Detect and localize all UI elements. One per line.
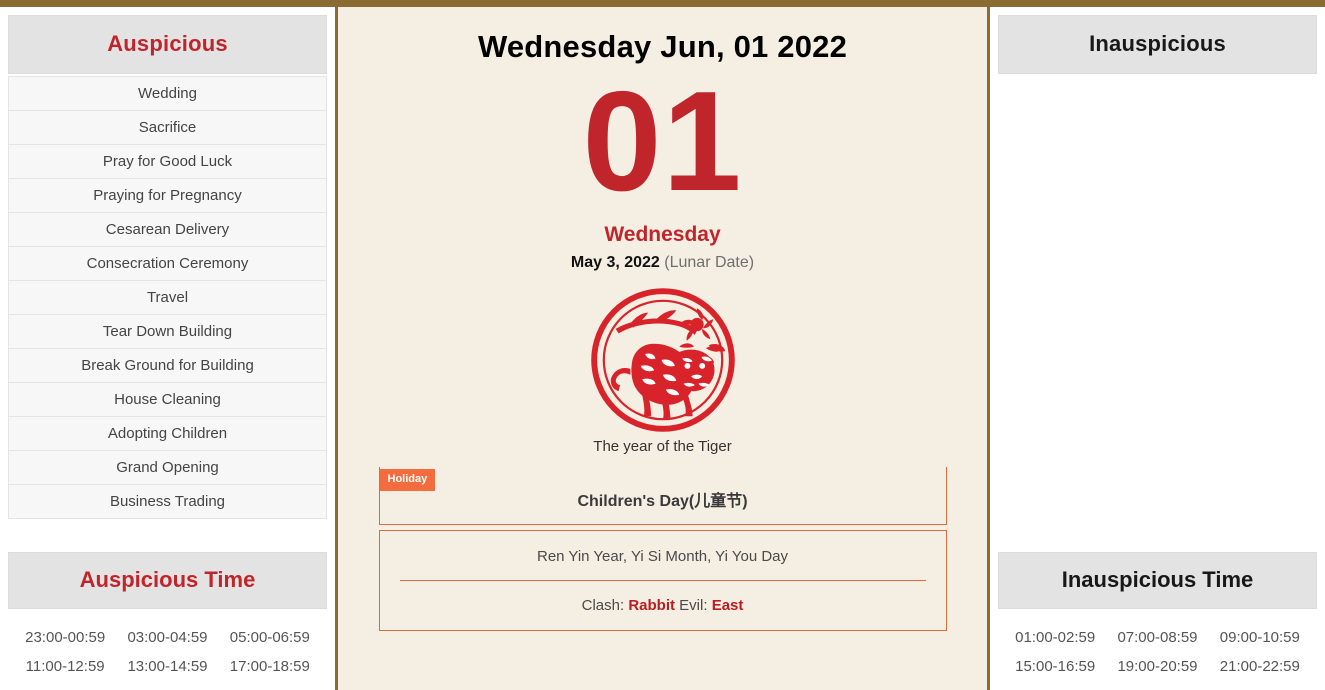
inauspicious-list-filler (998, 76, 1317, 552)
lunar-date-value: May 3, 2022 (570, 254, 660, 271)
auspicious-list-item[interactable]: Adopting Children (8, 417, 327, 451)
clash-value: Rabbit (628, 597, 675, 614)
inauspicious-time-cell: 09:00-10:59 (1219, 629, 1300, 646)
holiday-box: Holiday Children's Day(儿童节) (378, 467, 947, 525)
auspicious-list-item[interactable]: Tear Down Building (8, 315, 327, 349)
inauspicious-time-cell: 21:00-22:59 (1219, 658, 1300, 675)
auspicious-time-header: Auspicious Time (8, 552, 327, 609)
holiday-badge: Holiday (379, 469, 436, 491)
lunar-date-line: May 3, 2022 (Lunar Date) (571, 254, 754, 272)
auspicious-time-cell: 11:00-12:59 (25, 658, 105, 675)
auspicious-panel: Auspicious Wedding Sacrifice Pray for Good… (0, 7, 338, 690)
auspicious-time-block: Auspicious Time 23:00-00:59 03:00-04:59 05… (0, 552, 335, 690)
auspicious-panel-body: Auspicious Wedding Sacrifice Pray for Good… (0, 7, 335, 552)
inauspicious-header: Inauspicious (998, 15, 1317, 74)
auspicious-list-item[interactable]: Sacrifice (8, 111, 327, 145)
day-info-section: Holiday Children's Day(儿童节) Ren Yin Year… (378, 467, 947, 631)
auspicious-time-cell: 03:00-04:59 (127, 629, 208, 646)
inauspicious-time-cell: 19:00-20:59 (1117, 658, 1198, 675)
zodiac-caption: The year of the Tiger (593, 438, 732, 455)
auspicious-list-item[interactable]: Business Trading (8, 485, 327, 519)
day-detail-panel: Wednesday Jun, 01 2022 01 Wednesday May … (338, 7, 987, 690)
auspicious-time-cell: 05:00-06:59 (229, 629, 310, 646)
auspicious-time-cell: 23:00-00:59 (25, 629, 106, 646)
auspicious-list-item[interactable]: Praying for Pregnancy (8, 179, 327, 213)
auspicious-time-grid: 23:00-00:59 03:00-04:59 05:00-06:59 11:00-1… (8, 609, 327, 690)
calendar-page: Auspicious Wedding Sacrifice Pray for Good… (0, 0, 1325, 690)
auspicious-list-filler (8, 519, 327, 552)
inauspicious-time-cell: 15:00-16:59 (1015, 658, 1096, 675)
page-title: Wednesday Jun, 01 2022 (477, 29, 848, 64)
auspicious-list-item[interactable]: Break Ground for Building (8, 349, 327, 383)
auspicious-list-item[interactable]: Travel (8, 281, 327, 315)
inauspicious-panel-body: Inauspicious (990, 7, 1325, 552)
lunar-date-label: (Lunar Date) (664, 254, 755, 271)
auspicious-list-item[interactable]: Cesarean Delivery (8, 213, 327, 247)
inauspicious-time-cell: 01:00-02:59 (1015, 629, 1096, 646)
auspicious-list-item[interactable]: Wedding (8, 76, 327, 111)
auspicious-time-cell: 13:00-14:59 (127, 658, 208, 675)
inauspicious-time-block: Inauspicious Time 01:00-02:59 07:00-08:59… (990, 552, 1325, 690)
evil-value: East (711, 597, 744, 614)
day-number: 01 (582, 62, 743, 221)
inauspicious-time-grid: 01:00-02:59 07:00-08:59 09:00-10:59 15:00-1… (998, 609, 1317, 690)
auspicious-list-item[interactable]: House Cleaning (8, 383, 327, 417)
inauspicious-panel: Inauspicious Inauspicious Time 01:00-02:… (987, 7, 1325, 690)
ganzhi-box: Ren Yin Year, Yi Si Month, Yi You Day Cl… (378, 530, 947, 631)
weekday-label: Wednesday (604, 223, 721, 246)
auspicious-list-item[interactable]: Grand Opening (8, 451, 327, 485)
zodiac-block: The year of the Tiger (589, 286, 737, 455)
ganzhi-line: Ren Yin Year, Yi Si Month, Yi You Day (399, 548, 926, 581)
auspicious-list-item[interactable]: Pray for Good Luck (8, 145, 327, 179)
auspicious-list-item[interactable]: Consecration Ceremony (8, 247, 327, 281)
clash-label: Clash: (581, 597, 625, 614)
inauspicious-time-cell: 07:00-08:59 (1117, 629, 1198, 646)
evil-label: Evil: (679, 597, 708, 614)
tiger-papercut-icon (590, 288, 735, 432)
auspicious-time-cell: 17:00-18:59 (229, 658, 310, 675)
inauspicious-time-header: Inauspicious Time (998, 552, 1317, 609)
holiday-name: Children's Day(儿童节) (577, 493, 748, 510)
auspicious-list: Wedding Sacrifice Pray for Good Luck Prayin… (8, 76, 327, 519)
auspicious-header: Auspicious (8, 15, 327, 74)
clash-line: Clash: Rabbit Evil: East (400, 581, 926, 614)
three-column-layout: Auspicious Wedding Sacrifice Pray for Good… (0, 7, 1325, 690)
